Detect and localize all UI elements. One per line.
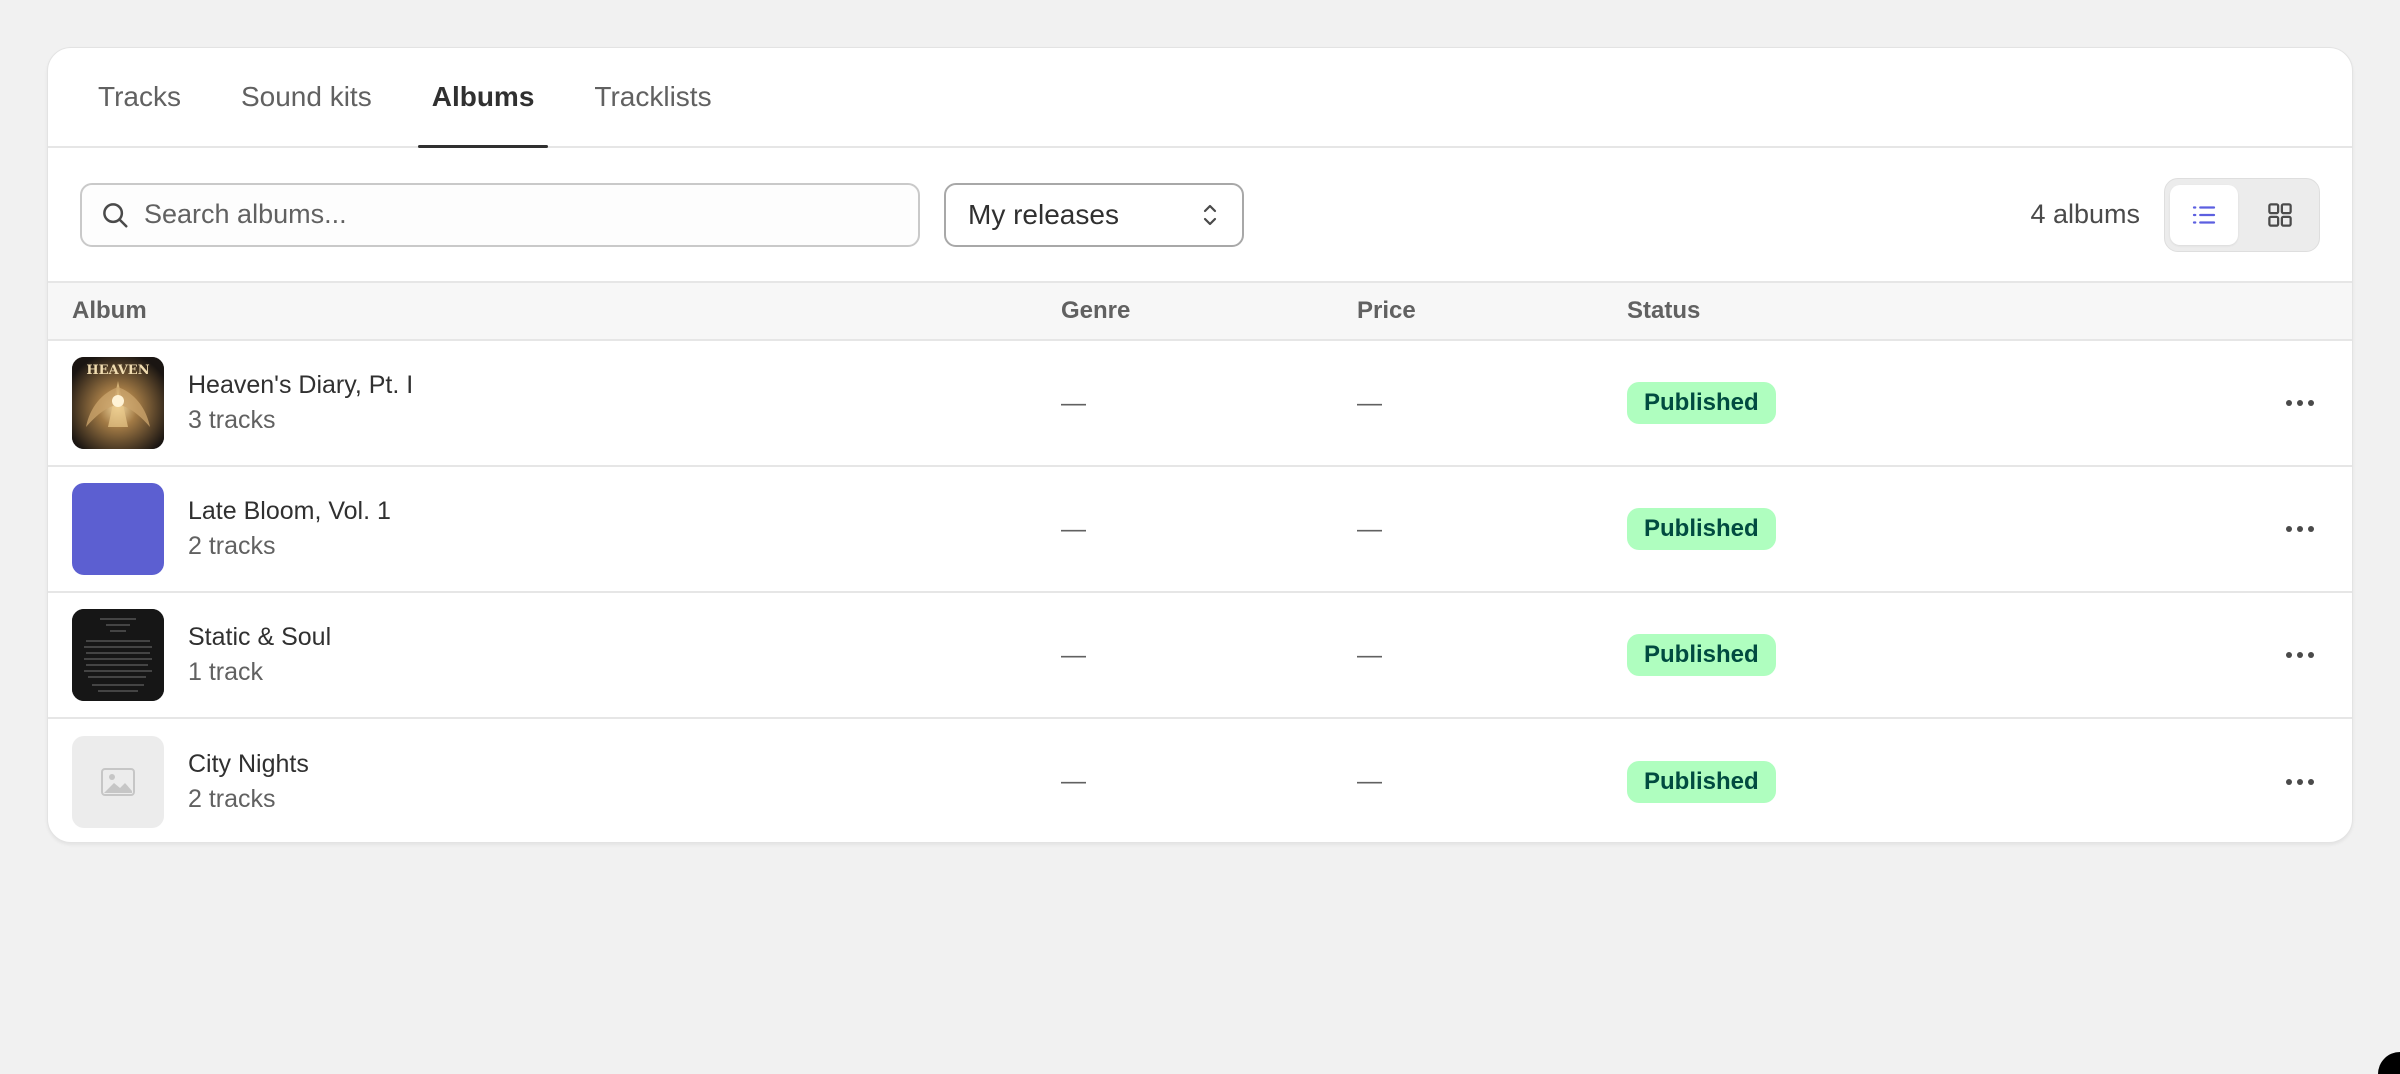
search-box[interactable]: [80, 182, 920, 247]
album-cover-solid[interactable]: [72, 483, 164, 575]
column-header-album[interactable]: Album: [48, 282, 1061, 340]
grid-view-button[interactable]: [2246, 185, 2314, 245]
grid-view-icon: [2268, 202, 2292, 227]
album-name[interactable]: Late Bloom, Vol. 1: [188, 497, 391, 526]
album-name[interactable]: Heaven's Diary, Pt. I: [188, 371, 413, 400]
releases-filter-select[interactable]: My releases: [944, 182, 1244, 247]
column-header-actions: [2094, 282, 2352, 340]
column-header-genre[interactable]: Genre: [1061, 282, 1357, 340]
search-input[interactable]: [144, 199, 900, 230]
row-actions-button[interactable]: [2270, 505, 2330, 553]
albums-table: Album Genre Price Status HEAVEN Heaven's…: [48, 281, 2352, 842]
svg-text:HEAVEN: HEAVEN: [86, 363, 149, 378]
album-name[interactable]: Static & Soul: [188, 623, 331, 652]
album-genre: —: [1061, 640, 1086, 669]
status-badge: Published: [1627, 760, 1776, 803]
album-price: —: [1357, 767, 1382, 795]
window-corner: [2378, 1052, 2400, 1074]
tab-tracklists[interactable]: Tracklists: [574, 48, 731, 146]
album-price: —: [1357, 388, 1382, 417]
row-actions-button[interactable]: [2270, 758, 2330, 806]
column-header-status[interactable]: Status: [1627, 282, 2094, 340]
status-badge: Published: [1627, 382, 1776, 424]
table-header-row: Album Genre Price Status: [48, 282, 2352, 340]
album-genre: —: [1061, 514, 1086, 543]
album-track-count: 2 tracks: [188, 532, 276, 560]
album-name[interactable]: City Nights: [188, 750, 309, 779]
album-track-count: 3 tracks: [188, 406, 276, 434]
status-badge: Published: [1627, 508, 1776, 550]
image-placeholder-icon: [101, 767, 135, 796]
tab-bar: Tracks Sound kits Albums Tracklists: [48, 48, 2352, 148]
album-genre: —: [1061, 388, 1086, 417]
album-price: —: [1357, 640, 1382, 669]
list-view-button[interactable]: [2170, 184, 2238, 245]
table-row[interactable]: Late Bloom, Vol. 1 2 tracks — — Publishe…: [48, 466, 2352, 592]
album-price: —: [1357, 514, 1382, 543]
albums-card: Tracks Sound kits Albums Tracklists My r…: [47, 47, 2353, 843]
album-track-count: 2 tracks: [188, 784, 276, 813]
table-row[interactable]: Static & Soul 1 track — — Published: [48, 592, 2352, 718]
tab-albums[interactable]: Albums: [412, 48, 555, 148]
toolbar: My releases 4 albums: [48, 148, 2352, 281]
status-badge: Published: [1627, 634, 1776, 676]
view-toggle: [2164, 177, 2320, 252]
select-chevrons-icon: [1203, 204, 1217, 225]
list-view-icon: [2192, 205, 2216, 224]
more-options-icon: [2286, 652, 2314, 658]
album-count: 4 albums: [2030, 199, 2140, 229]
more-options-icon: [2286, 400, 2314, 406]
releases-filter-value: My releases: [968, 198, 1119, 230]
column-header-price[interactable]: Price: [1357, 282, 1627, 340]
tab-tracks[interactable]: Tracks: [78, 48, 201, 146]
album-cover-placeholder[interactable]: [72, 735, 164, 828]
tab-sound-kits[interactable]: Sound kits: [221, 48, 392, 146]
table-row[interactable]: City Nights 2 tracks — — Published: [48, 718, 2352, 842]
table-row[interactable]: HEAVEN Heaven's Diary, Pt. I 3 tracks — …: [48, 340, 2352, 466]
search-icon: [103, 202, 128, 227]
album-cover-artwork[interactable]: HEAVEN: [72, 357, 164, 449]
more-options-icon: [2286, 526, 2314, 532]
album-track-count: 1 track: [188, 658, 264, 686]
more-options-icon: [2286, 778, 2314, 785]
album-cover-dark[interactable]: [72, 609, 164, 701]
album-genre: —: [1061, 767, 1086, 795]
row-actions-button[interactable]: [2270, 379, 2330, 427]
row-actions-button[interactable]: [2270, 631, 2330, 679]
